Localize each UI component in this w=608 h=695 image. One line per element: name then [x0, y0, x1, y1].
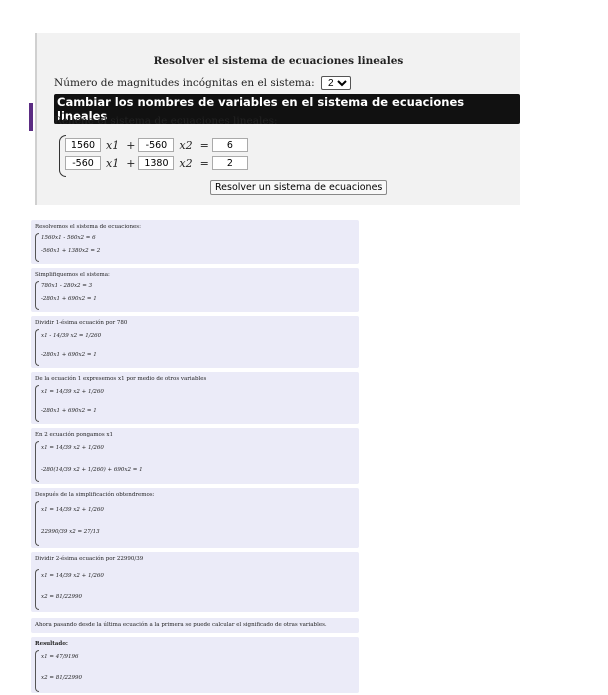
plus-sign: + — [126, 138, 136, 152]
system-brace — [35, 441, 39, 482]
equation-line: x2 = 81/22990 — [41, 594, 83, 600]
coef-1-1-input[interactable] — [65, 138, 101, 152]
system-brace — [35, 385, 39, 422]
system-brace — [35, 281, 39, 310]
step-title: De la ecuación 1 expresemos x1 por medio… — [35, 376, 207, 382]
step-title: Dividir 1-ésima ecuación por 780 — [35, 320, 128, 326]
system-brace — [35, 501, 39, 546]
step-title: Resolvemos el sistema de ecuaciones: — [35, 224, 141, 230]
coef-1-2-input[interactable] — [138, 138, 175, 152]
step-card: Dividir 2-ésima ecuación por 22990/39 x1… — [31, 552, 359, 612]
unknowns-row: Número de magnitudes incógnitas en el si… — [54, 76, 352, 90]
solver-form: Resolver el sistema de ecuaciones lineal… — [35, 33, 520, 205]
var-x2-label: x2 — [179, 138, 193, 152]
var-x1-label: x1 — [106, 138, 120, 152]
system-brace — [35, 233, 39, 262]
equals-sign: = — [199, 156, 209, 170]
step-card: Después de la simplificación obtendremos… — [31, 488, 359, 548]
solve-button[interactable]: Resolver un sistema de ecuaciones — [210, 180, 388, 195]
equation-line: 1560x1 - 560x2 = 6 — [41, 235, 96, 241]
equation-line: -280x1 + 690x2 = 1 — [41, 352, 97, 358]
equation-line: -280x1 + 690x2 = 1 — [41, 296, 97, 302]
equation-line: x1 - 14/39 x2 = 1/260 — [41, 333, 102, 339]
step-card: Dividir 1-ésima ecuación por 780 x1 - 14… — [31, 316, 359, 368]
system-brace — [35, 650, 39, 692]
step-title: Simplifiquemos el sistema: — [35, 272, 110, 278]
fill-label: Rellene el sistema de ecuaciones lineale… — [54, 115, 278, 127]
equation-line: -280(14/39 x2 + 1/260) + 690x2 = 1 — [41, 467, 143, 473]
equation-line: 22990/39 x2 = 27/13 — [41, 529, 100, 535]
equation-row-1: x1 + x2 = — [65, 137, 248, 153]
plus-sign: + — [126, 156, 136, 170]
result-card: Resultado: x1 = 47/9196 x2 = 81/22990 — [31, 637, 359, 693]
step-title: Después de la simplificación obtendremos… — [35, 492, 155, 498]
coef-2-2-input[interactable] — [138, 156, 175, 170]
result-title: Resultado: — [35, 641, 68, 647]
rhs-2-input[interactable] — [211, 156, 248, 170]
unknowns-label: Número de magnitudes incógnitas en el si… — [54, 77, 315, 89]
equation-line: x1 = 14/39 x2 + 1/260 — [41, 507, 104, 513]
equation-line: 780x1 - 280x2 = 3 — [41, 283, 93, 289]
equation-line: -280x1 + 690x2 = 1 — [41, 408, 97, 414]
equation-line: x2 = 81/22990 — [41, 675, 83, 681]
rhs-1-input[interactable] — [211, 138, 248, 152]
accent-bar — [29, 103, 33, 131]
equation-line: -560x1 + 1380x2 = 2 — [41, 248, 101, 254]
system-brace — [35, 329, 39, 366]
step-card: En 2 ecuación pongamos x1 x1 = 14/39 x2 … — [31, 428, 359, 484]
step-card: Resolvemos el sistema de ecuaciones: 156… — [31, 220, 359, 264]
equation-line: x1 = 14/39 x2 + 1/260 — [41, 389, 104, 395]
step-card: Ahora pasando desde la última ecuación a… — [31, 618, 359, 633]
step-title: Ahora pasando desde la última ecuación a… — [35, 622, 327, 628]
equation-row-2: x1 + x2 = — [65, 155, 248, 171]
step-title: Dividir 2-ésima ecuación por 22990/39 — [35, 556, 144, 562]
equation-line: x1 = 14/39 x2 + 1/260 — [41, 445, 104, 451]
step-card: Simplifiquemos el sistema: 780x1 - 280x2… — [31, 268, 359, 312]
form-title: Resolver el sistema de ecuaciones lineal… — [153, 55, 404, 67]
equals-sign: = — [199, 138, 209, 152]
var-x2-label: x2 — [179, 156, 193, 170]
var-x1-label: x1 — [106, 156, 120, 170]
step-title: En 2 ecuación pongamos x1 — [35, 432, 114, 438]
system-brace — [35, 569, 39, 610]
step-card: De la ecuación 1 expresemos x1 por medio… — [31, 372, 359, 424]
coef-2-1-input[interactable] — [65, 156, 101, 170]
unknowns-select[interactable]: 2 — [321, 76, 352, 90]
equation-line: x1 = 14/39 x2 + 1/260 — [41, 573, 104, 579]
equation-line: x1 = 47/9196 — [41, 654, 79, 660]
